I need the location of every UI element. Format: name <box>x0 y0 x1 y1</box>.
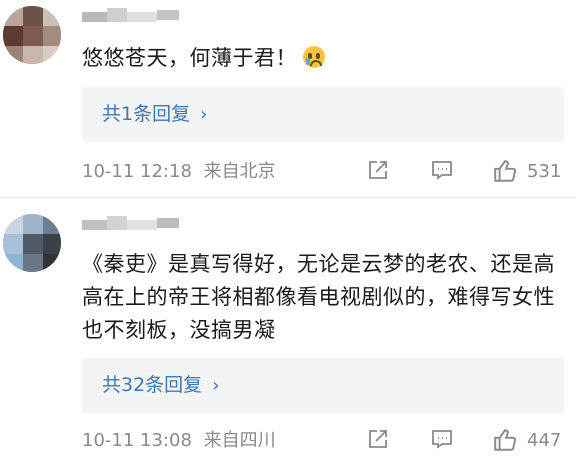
comment-button[interactable] <box>430 427 454 451</box>
comment-item: 悠悠苍天，何薄于君！ 共1条回复 › 10-11 12:18 来自北京 531 <box>0 0 576 190</box>
thumbs-up-icon <box>494 160 517 182</box>
comment-actions: 531 <box>0 158 576 186</box>
comment-text: 悠悠苍天，何薄于君！ <box>82 42 562 75</box>
comment-text-content: 悠悠苍天，何薄于君！ <box>82 46 297 70</box>
chevron-right-icon: › <box>200 104 208 125</box>
username-redacted[interactable] <box>82 8 182 28</box>
divider <box>0 197 576 198</box>
comment-item: 《秦吏》是真写得好，无论是云梦的老农、还是高高在上的帝王将相都像看电视剧似的，难… <box>0 208 576 467</box>
replies-label: 共32条回复 <box>102 374 203 396</box>
like-count: 447 <box>527 430 562 451</box>
avatar[interactable] <box>3 6 61 64</box>
replies-label: 共1条回复 <box>102 103 191 125</box>
chevron-right-icon: › <box>212 375 220 396</box>
replies-box: 共32条回复 › <box>82 358 564 413</box>
share-icon <box>369 430 387 448</box>
like-button[interactable] <box>492 158 518 184</box>
share-icon <box>369 161 387 179</box>
like-count: 531 <box>527 161 562 182</box>
thumbs-up-icon <box>494 429 517 451</box>
like-button[interactable] <box>492 427 518 453</box>
comment-button[interactable] <box>430 158 454 182</box>
avatar[interactable] <box>3 214 61 272</box>
username-redacted[interactable] <box>82 216 182 236</box>
comment-text: 《秦吏》是真写得好，无论是云梦的老农、还是高高在上的帝王将相都像看电视剧似的，难… <box>82 252 555 342</box>
share-button[interactable] <box>366 427 390 451</box>
crying-emoji-icon <box>303 46 325 68</box>
share-button[interactable] <box>366 158 390 182</box>
comment-actions: 447 <box>0 427 576 455</box>
view-replies-link[interactable]: 共32条回复 › <box>102 358 219 413</box>
view-replies-link[interactable]: 共1条回复 › <box>102 87 207 142</box>
replies-box: 共1条回复 › <box>82 87 564 142</box>
comment-icon <box>432 430 452 449</box>
comment-icon <box>432 161 452 180</box>
